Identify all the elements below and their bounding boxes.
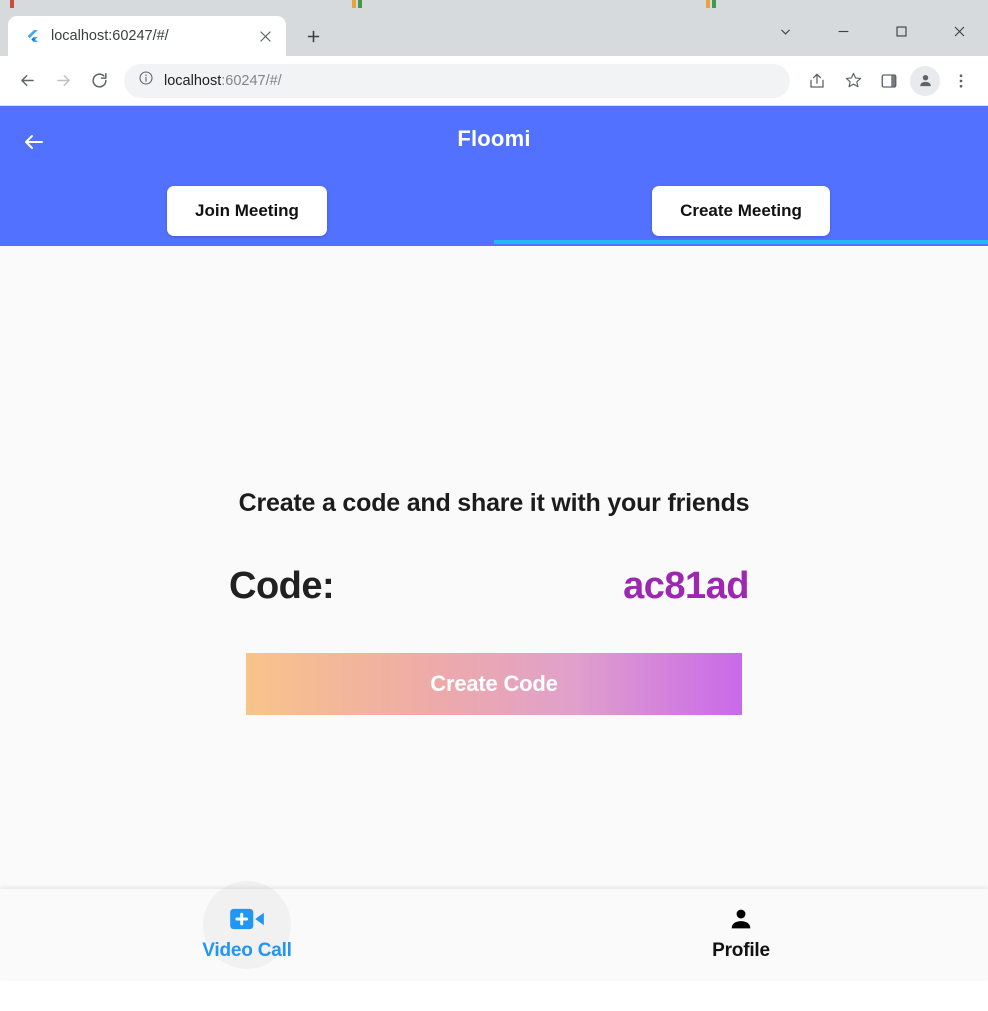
- side-panel-icon[interactable]: [872, 64, 906, 98]
- tab-indicator-create: [494, 240, 988, 244]
- strip-fleck: [712, 0, 716, 8]
- flutter-icon: [24, 28, 41, 45]
- code-row: Code: ac81ad: [229, 565, 759, 608]
- app-bar-top-row: Floomi: [0, 106, 988, 178]
- star-icon[interactable]: [836, 64, 870, 98]
- address-bar[interactable]: localhost:60247/#/: [124, 63, 790, 98]
- maximize-icon[interactable]: [872, 8, 930, 54]
- create-code-button[interactable]: Create Code: [246, 653, 742, 715]
- three-dots-icon[interactable]: [944, 64, 978, 98]
- nav-item-video-call[interactable]: Video Call: [0, 889, 494, 979]
- address-bar-host: localhost: [164, 72, 222, 89]
- tab-join-meeting[interactable]: Join Meeting: [0, 178, 494, 244]
- headline-text: Create a code and share it with your fri…: [238, 489, 750, 517]
- main-content: Create a code and share it with your fri…: [0, 246, 988, 889]
- app-bar: Floomi Join Meeting Create Meeting: [0, 106, 988, 254]
- app-viewport: Floomi Join Meeting Create Meeting Creat…: [0, 106, 988, 979]
- browser-tab-strip: localhost:60247/#/: [0, 8, 988, 56]
- code-label: Code:: [229, 565, 335, 607]
- forward-arrow-icon: [46, 64, 80, 98]
- chevron-down-icon[interactable]: [756, 8, 814, 54]
- tab-join-meeting-label: Join Meeting: [167, 186, 327, 236]
- tab-create-meeting[interactable]: Create Meeting: [494, 178, 988, 244]
- nav-item-profile[interactable]: Profile: [494, 889, 988, 979]
- person-icon: [728, 906, 754, 932]
- browser-tab-title: localhost:60247/#/: [51, 28, 169, 44]
- browser-toolbar: localhost:60247/#/: [0, 56, 988, 106]
- tab-create-meeting-label: Create Meeting: [652, 186, 830, 236]
- strip-fleck: [10, 0, 14, 8]
- create-code-button-label: Create Code: [430, 671, 558, 696]
- video-call-icon: [229, 906, 265, 932]
- profile-avatar-icon[interactable]: [910, 65, 940, 96]
- share-icon[interactable]: [800, 64, 834, 98]
- strip-fleck: [352, 0, 356, 8]
- close-icon[interactable]: [930, 8, 988, 54]
- new-tab-button[interactable]: [298, 21, 328, 51]
- app-tab-bar: Join Meeting Create Meeting: [0, 178, 988, 244]
- info-circle-icon[interactable]: [138, 70, 154, 91]
- browser-tab[interactable]: localhost:60247/#/: [8, 16, 286, 56]
- window-controls: [756, 8, 988, 54]
- window-top-strip: [0, 0, 988, 8]
- close-icon[interactable]: [254, 25, 276, 47]
- page-title: Floomi: [457, 126, 531, 151]
- minimize-icon[interactable]: [814, 8, 872, 54]
- back-arrow-icon[interactable]: [10, 64, 44, 98]
- bottom-navigation-bar: Video Call Profile: [0, 889, 988, 979]
- address-bar-path: :60247/#/: [221, 72, 282, 89]
- nav-item-video-call-label: Video Call: [202, 940, 292, 961]
- tab-indicator-join: [0, 240, 494, 244]
- strip-fleck: [706, 0, 710, 8]
- nav-item-profile-label: Profile: [712, 940, 770, 961]
- address-bar-url: localhost:60247/#/: [164, 73, 282, 89]
- reload-icon[interactable]: [82, 64, 116, 98]
- strip-fleck: [358, 0, 362, 8]
- code-value: ac81ad: [623, 565, 749, 607]
